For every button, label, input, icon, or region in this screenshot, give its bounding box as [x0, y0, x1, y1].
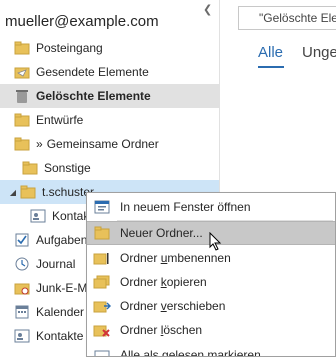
folder-sonstige[interactable]: Sonstige	[0, 156, 219, 180]
nav-label: Kalender	[36, 305, 85, 319]
folder-gesendete-elemente[interactable]: Gesendete Elemente	[0, 60, 219, 84]
contacts-icon	[14, 328, 30, 344]
nav-label: Kontakte	[36, 329, 84, 343]
menu-copy-folder[interactable]: Ordner kopieren	[87, 270, 335, 294]
move-folder-icon	[93, 298, 111, 314]
folder-gemeinsame-ordner[interactable]: » Gemeinsame Ordner	[0, 132, 219, 156]
menu-label: In neuem Fenster öffnen	[120, 200, 251, 214]
folder-label: Entwürfe	[36, 113, 84, 127]
collapse-pane-icon[interactable]: ❮	[203, 3, 212, 16]
trash-icon	[14, 88, 30, 104]
new-window-icon	[93, 199, 111, 215]
menu-move-folder[interactable]: Ordner verschieben	[87, 294, 335, 318]
tasks-icon	[14, 232, 30, 248]
menu-open-new-window[interactable]: In neuem Fenster öffnen	[87, 195, 335, 219]
tab-all[interactable]: Alle	[258, 44, 283, 61]
tab-unread[interactable]: Ungelesen	[302, 44, 336, 61]
search-input[interactable]: "Gelöschte Elemente" durchsuchen	[238, 6, 336, 30]
menu-label: Ordner verschieben	[120, 299, 226, 313]
folder-geloeschte-elemente[interactable]: Gelöschte Elemente	[0, 84, 219, 108]
folder-icon	[20, 184, 36, 200]
expand-arrow-icon[interactable]: ◢	[8, 188, 18, 197]
journal-icon	[14, 256, 30, 272]
folder-posteingang[interactable]: Posteingang	[0, 36, 219, 60]
folder-icon	[14, 136, 30, 152]
shared-prefix: »	[36, 137, 43, 151]
rename-folder-icon	[93, 250, 111, 266]
new-folder-icon	[93, 225, 111, 241]
folder-label: Gesendete Elemente	[36, 65, 149, 79]
nav-label: Aufgaben	[36, 233, 88, 247]
menu-label: Neuer Ordner...	[120, 226, 203, 240]
menu-delete-folder[interactable]: Ordner löschen	[87, 318, 335, 342]
folder-icon	[14, 112, 30, 128]
folder-entwuerfe[interactable]: Entwürfe	[0, 108, 219, 132]
folder-label: Gelöschte Elemente	[36, 89, 151, 103]
mouse-cursor-icon	[209, 231, 223, 255]
sent-folder-icon	[14, 64, 30, 80]
menu-mark-all-read[interactable]: Alle als gelesen markieren	[87, 343, 335, 356]
account-email[interactable]: mueller@example.com	[5, 13, 159, 30]
mark-read-icon	[93, 347, 111, 356]
folder-icon	[22, 160, 38, 176]
folder-label: Posteingang	[36, 41, 103, 55]
contacts-icon	[30, 208, 46, 224]
folder-label: Sonstige	[44, 161, 91, 175]
menu-label: Ordner löschen	[120, 323, 203, 337]
nav-label: Journal	[36, 257, 76, 271]
active-tab-underline	[258, 66, 284, 68]
menu-label: Ordner kopieren	[120, 275, 207, 289]
delete-folder-icon	[93, 322, 111, 338]
folder-label: Gemeinsame Ordner	[46, 137, 159, 151]
copy-folder-icon	[93, 274, 111, 290]
junk-mail-icon	[14, 280, 30, 296]
context-menu: In neuem Fenster öffnen Neuer Ordner... …	[86, 192, 336, 357]
inbox-icon	[14, 40, 30, 56]
calendar-icon	[14, 304, 30, 320]
